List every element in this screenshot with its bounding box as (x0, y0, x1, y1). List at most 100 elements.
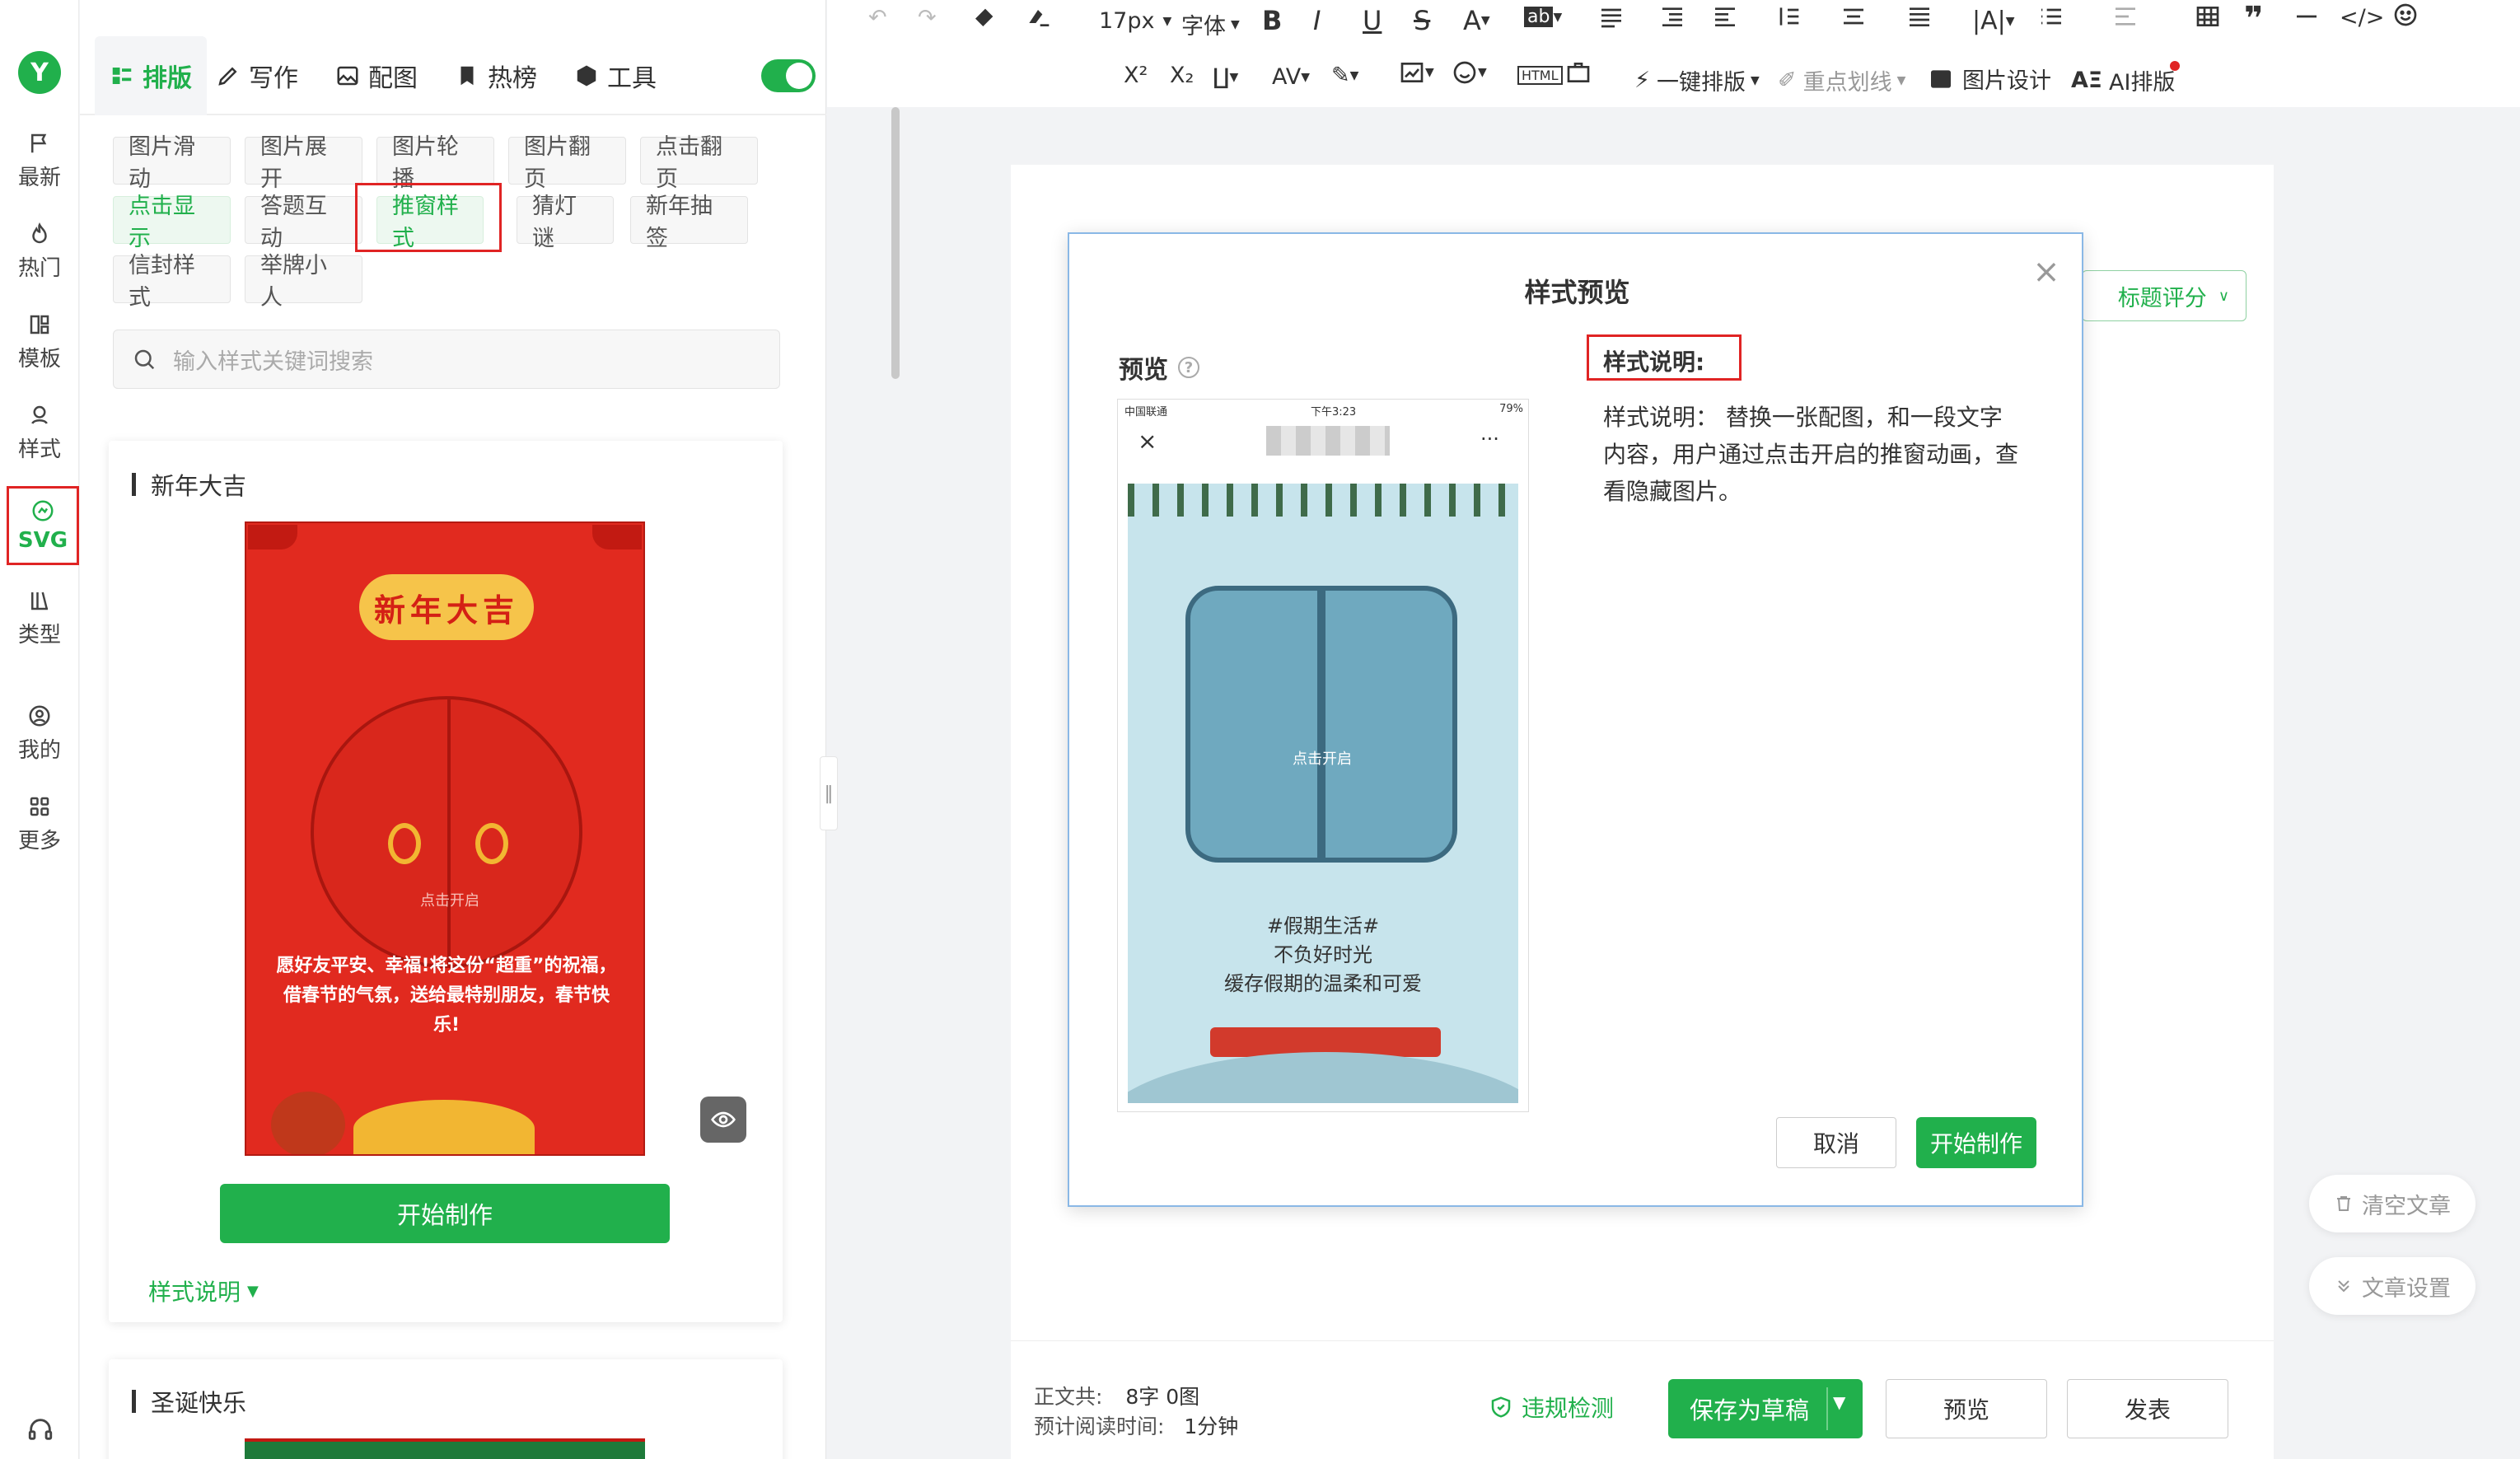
italic-icon[interactable]: I (1313, 5, 1321, 36)
line-height-icon[interactable] (1774, 3, 1801, 30)
close-icon[interactable]: × (2030, 255, 2063, 288)
magic-wand-icon[interactable]: ✎ ▼ (1331, 63, 1358, 88)
cancel-button[interactable]: 取消 (1776, 1117, 1896, 1168)
rail-item-style[interactable]: 样式 (0, 395, 79, 470)
door-seam (447, 699, 451, 965)
help-icon[interactable]: ? (1178, 357, 1199, 378)
border-icon[interactable] (2112, 3, 2139, 30)
style-search[interactable]: 输入样式关键词搜索 (113, 330, 780, 389)
text-width-icon[interactable]: |A| ▼ (1972, 7, 2015, 35)
collapse-handle[interactable]: ‖ (820, 756, 838, 830)
list-icon[interactable] (2038, 3, 2064, 30)
title-score-button[interactable]: 标题评分 ∨ (2082, 270, 2246, 321)
chip-slide[interactable]: 图片滑动 (113, 134, 231, 192)
compliance-check[interactable]: 违规检测 (1489, 1391, 1614, 1424)
headset-icon[interactable] (26, 1415, 54, 1443)
rail-item-latest[interactable]: 最新 (0, 124, 79, 198)
rail-item-svg[interactable]: SVG (7, 486, 79, 565)
eye-icon[interactable] (700, 1097, 746, 1143)
divider-line-icon[interactable] (2293, 3, 2320, 30)
lantern-decor (271, 1092, 345, 1154)
indent-icon[interactable] (1659, 3, 1685, 30)
tab-tools[interactable]: 工具 (574, 36, 657, 115)
chart-icon[interactable]: ▼ (1399, 59, 1434, 86)
chip-new-year-lot[interactable]: 新年抽签 (630, 194, 748, 251)
tab-write[interactable]: 写作 (216, 36, 298, 115)
panel-scrollbar[interactable] (891, 107, 900, 379)
superscript-icon[interactable]: X² (1124, 63, 1148, 88)
card-title: 新年大吉 (132, 467, 246, 502)
char-spacing-icon[interactable]: AV ▼ (1272, 64, 1310, 90)
new-year-preview-image[interactable]: 新年大吉 点击开启 愿好友平安、幸福!将这份“超重”的祝福，借春节的气氛，送给最… (245, 521, 645, 1156)
mode-toggle[interactable] (761, 59, 816, 92)
outdent-icon[interactable] (1712, 3, 1738, 30)
tab-trending[interactable]: 热榜 (455, 36, 537, 115)
font-size-select[interactable]: 17px ▼ (1099, 8, 1171, 34)
clear-article-button[interactable]: 清空文章 (2309, 1175, 2476, 1232)
chip-click-show[interactable]: 点击显示 (113, 194, 231, 251)
preview-button[interactable]: 预览 (1886, 1379, 2047, 1438)
phone-more-icon: ··· (1480, 428, 1499, 451)
caret-down-icon[interactable]: ▼ (1833, 1392, 1845, 1412)
word-count-value: 8字 0图 (1125, 1385, 1200, 1409)
chip-expand[interactable]: 图片展开 (245, 134, 362, 192)
underline-icon[interactable]: U (1363, 5, 1382, 36)
chip-quiz[interactable]: 答题互动 (245, 194, 362, 251)
publish-button[interactable]: 发表 (2067, 1379, 2228, 1438)
strikethrough-icon[interactable]: S (1414, 5, 1430, 36)
start-making-button[interactable]: 开始制作 (220, 1184, 670, 1243)
image-design[interactable]: 图片设计 (1928, 63, 2051, 95)
app-logo[interactable]: Y (18, 51, 61, 94)
clear-format-icon[interactable] (1025, 3, 1051, 30)
format-painter-icon[interactable] (972, 3, 998, 30)
font-family-select[interactable]: 字体 ▼ (1181, 8, 1240, 40)
redo-icon[interactable]: ↷ (918, 5, 937, 30)
html-icon[interactable]: HTML (1517, 66, 1563, 85)
emoji-icon[interactable] (2392, 2, 2419, 28)
chip-click-flip[interactable]: 点击翻页 (640, 134, 758, 192)
quote-icon[interactable]: ❞ (2244, 0, 2263, 38)
table-icon[interactable] (2195, 3, 2221, 30)
chip-push-window[interactable]: 推窗样式 (376, 194, 484, 251)
paragraph-spacing-icon[interactable] (1840, 3, 1867, 30)
rail-item-mine[interactable]: 我的 (0, 696, 79, 770)
font-color-icon[interactable]: A ▼ (1463, 5, 1490, 36)
grid-icon (30, 797, 49, 816)
phone-status-bar: 中国联通 下午3:23 79% (1124, 403, 1523, 423)
chip-lantern-riddle[interactable]: 猜灯谜 (517, 194, 614, 251)
letter-spacing-icon[interactable] (1906, 3, 1933, 30)
ai-layout[interactable]: AΞ AI排版 (2071, 64, 2175, 96)
chip-sign-holder[interactable]: 举牌小人 (245, 253, 362, 311)
rail-item-type[interactable]: 类型 (0, 581, 79, 655)
rail-item-more[interactable]: 更多 (0, 787, 79, 861)
carrier: 中国联通 (1124, 406, 1168, 419)
christmas-preview-image[interactable] (245, 1438, 645, 1459)
chip-page-flip[interactable]: 图片翻页 (508, 134, 626, 192)
rail-item-hot[interactable]: 热门 (0, 214, 79, 288)
bold-icon[interactable]: B (1262, 5, 1282, 36)
code-icon[interactable]: </> (2340, 5, 2384, 30)
align-icon[interactable] (1598, 3, 1625, 30)
tab-label: 写作 (249, 64, 298, 93)
card-title: 圣诞快乐 (132, 1384, 246, 1419)
key-underline[interactable]: ✐ 重点划线 ▼ (1778, 64, 1905, 96)
undo-icon[interactable]: ↶ (868, 5, 887, 30)
search-input[interactable]: 输入样式关键词搜索 (173, 344, 373, 376)
chip-envelope[interactable]: 信封样式 (113, 253, 231, 311)
style-icon (31, 405, 48, 424)
one-click-layout[interactable]: ⚡ 一键排版 ▼ (1634, 64, 1760, 96)
article-settings-button[interactable]: 文章设置 (2309, 1257, 2476, 1315)
rail-label: 样式 (17, 437, 61, 462)
highlight-icon[interactable]: ab ▼ (1524, 7, 1562, 27)
chip-carousel[interactable]: 图片轮播 (376, 134, 494, 192)
sticker-icon[interactable]: ▼ (1452, 59, 1487, 86)
rail-item-template[interactable]: 模板 (0, 305, 79, 379)
subscript-icon[interactable]: X₂ (1170, 63, 1194, 88)
rail-label: 类型 (17, 622, 61, 648)
spacing-icon[interactable]: ∐ ▼ (1213, 64, 1238, 90)
dialog-start-button[interactable]: 开始制作 (1916, 1117, 2036, 1168)
style-desc-toggle[interactable]: 样式说明 ▼ (148, 1274, 259, 1307)
tab-image[interactable]: 配图 (335, 36, 418, 115)
tab-layout[interactable]: 排版 (95, 36, 207, 115)
briefcase-icon[interactable] (1565, 59, 1592, 86)
